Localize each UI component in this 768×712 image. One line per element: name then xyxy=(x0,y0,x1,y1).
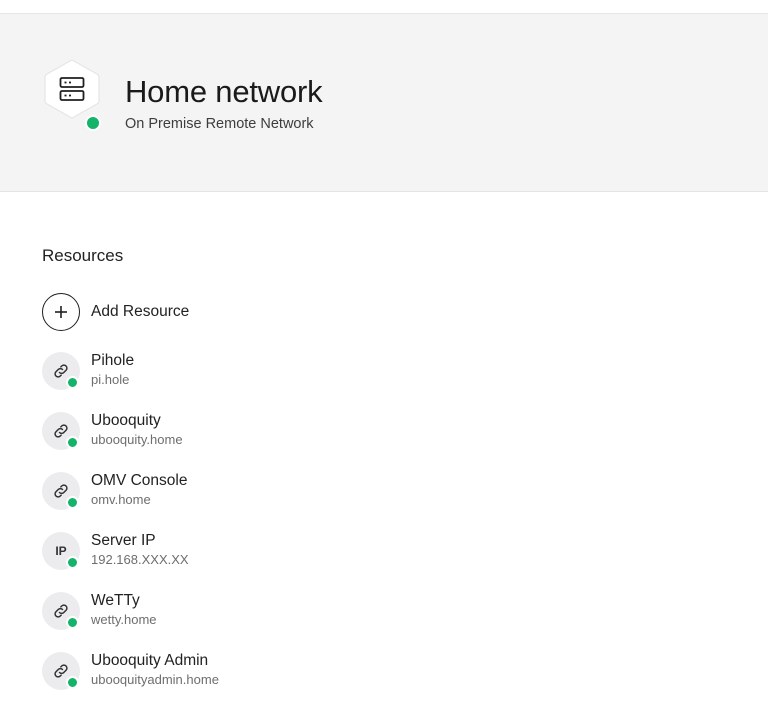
resource-name: Server IP xyxy=(91,532,156,549)
status-dot xyxy=(66,436,79,449)
link-icon xyxy=(42,412,80,450)
resource-address: 192.168.XXX.XX xyxy=(91,552,189,567)
status-dot xyxy=(66,676,79,689)
network-status-dot xyxy=(85,115,101,131)
resource-address: ubooquity.home xyxy=(91,432,183,447)
status-dot xyxy=(66,376,79,389)
top-bar xyxy=(0,0,768,14)
resource-name: Ubooquity Admin xyxy=(91,652,209,669)
resource-name: OMV Console xyxy=(91,472,188,489)
resource-item-pihole[interactable]: Pihole pi.hole xyxy=(42,352,442,394)
add-resource-button[interactable]: Add Resource xyxy=(42,293,342,331)
link-icon xyxy=(42,652,80,690)
ip-icon-label: IP xyxy=(55,544,67,558)
link-icon xyxy=(42,592,80,630)
status-dot xyxy=(66,496,79,509)
hexagon-shape xyxy=(44,59,100,119)
resource-name: Ubooquity xyxy=(91,412,161,429)
resource-name: Pihole xyxy=(91,352,135,369)
link-icon xyxy=(42,472,80,510)
resource-name: WeTTy xyxy=(91,592,140,609)
plus-icon[interactable] xyxy=(42,293,80,331)
resources-heading: Resources xyxy=(42,246,124,265)
ip-icon: IP xyxy=(42,532,80,570)
resource-item-ubooquity[interactable]: Ubooquity ubooquity.home xyxy=(42,412,442,454)
add-resource-label: Add Resource xyxy=(91,303,190,320)
resource-address: ubooquityadmin.home xyxy=(91,672,219,687)
resource-item-wetty[interactable]: WeTTy wetty.home xyxy=(42,592,442,634)
resource-item-server-ip[interactable]: IP Server IP 192.168.XXX.XX xyxy=(42,532,442,574)
network-avatar xyxy=(43,58,101,120)
link-icon xyxy=(42,352,80,390)
resource-address: omv.home xyxy=(91,492,151,507)
status-dot xyxy=(66,616,79,629)
resource-item-ubooquity-admin[interactable]: Ubooquity Admin ubooquityadmin.home xyxy=(42,652,442,694)
status-dot xyxy=(66,556,79,569)
resource-address: pi.hole xyxy=(91,372,130,387)
network-header xyxy=(0,14,768,192)
resource-address: wetty.home xyxy=(91,612,157,627)
resource-item-omv-console[interactable]: OMV Console omv.home xyxy=(42,472,442,514)
network-subtitle: On Premise Remote Network xyxy=(125,116,314,132)
network-title: Home network xyxy=(125,74,323,109)
